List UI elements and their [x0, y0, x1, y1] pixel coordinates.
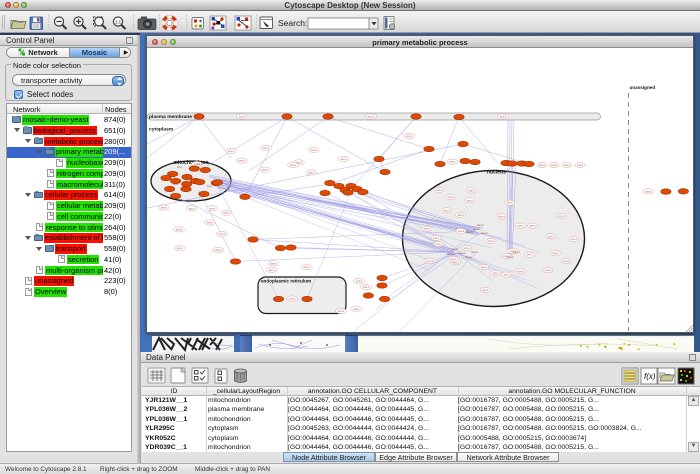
svg-text:xxx-x: xxx-x	[467, 199, 474, 202]
svg-text:xxx-x: xxx-x	[215, 249, 222, 252]
svg-text:xxx-x: xxx-x	[209, 207, 216, 210]
svg-text:ww-xx: ww-xx	[507, 256, 514, 259]
svg-text:xxx-x: xxx-x	[450, 258, 457, 261]
svg-text:xxx-x: xxx-x	[427, 260, 434, 263]
svg-text:xxx-x: xxx-x	[517, 225, 524, 228]
svg-text:mt-q: mt-q	[197, 163, 202, 166]
svg-text:xxx-x: xxx-x	[177, 247, 184, 250]
svg-text:xxx-x: xxx-x	[468, 190, 475, 193]
svg-text:ww-xx: ww-xx	[473, 228, 480, 231]
svg-text:xxx-x: xxx-x	[464, 247, 471, 250]
svg-text:xxx-x: xxx-x	[290, 164, 297, 167]
svg-text:ww-xx: ww-xx	[471, 251, 478, 254]
svg-text:xxx-x: xxx-x	[563, 260, 570, 263]
svg-text:xxx-x: xxx-x	[526, 254, 533, 257]
svg-text:xxx-x: xxx-x	[363, 286, 370, 289]
svg-text:mt-q: mt-q	[177, 166, 182, 169]
svg-text:xxx-x: xxx-x	[219, 233, 226, 236]
svg-text:xxx-x: xxx-x	[368, 116, 375, 119]
svg-text:xxx-x: xxx-x	[488, 240, 495, 243]
svg-text:xxx-x: xxx-x	[458, 214, 465, 217]
svg-text:nucleus: nucleus	[487, 170, 506, 176]
svg-text:xxx-x: xxx-x	[564, 164, 571, 167]
svg-text:1:1: 1:1	[115, 20, 122, 25]
svg-text:xxx-x: xxx-x	[239, 160, 246, 163]
svg-text:ww-xx: ww-xx	[481, 232, 488, 235]
svg-text:xxx-x: xxx-x	[645, 190, 652, 193]
svg-text:xxx-x: xxx-x	[263, 147, 270, 150]
svg-text:xxx-x: xxx-x	[551, 164, 558, 167]
svg-text:xxx-x: xxx-x	[308, 171, 315, 174]
svg-text:ww-xx: ww-xx	[447, 253, 454, 256]
svg-text:xxx-x: xxx-x	[270, 262, 277, 265]
svg-text:xxx-x: xxx-x	[356, 280, 363, 283]
svg-text:ww-xx: ww-xx	[459, 252, 466, 255]
svg-text:xxx-x: xxx-x	[304, 266, 311, 269]
svg-text:xxx-x: xxx-x	[493, 272, 500, 275]
svg-text:endoplasmic reticulum: endoplasmic reticulum	[261, 279, 311, 284]
svg-text:xxx-x: xxx-x	[311, 149, 318, 152]
svg-text:xxx-x: xxx-x	[223, 212, 230, 215]
svg-text:xxx-x: xxx-x	[517, 271, 524, 274]
svg-text:xxx-x: xxx-x	[449, 161, 456, 164]
svg-text:xxx-x: xxx-x	[340, 158, 347, 161]
svg-text:xxx-x: xxx-x	[262, 169, 269, 172]
svg-text:xxx-x: xxx-x	[507, 202, 514, 205]
svg-text:xxx-x: xxx-x	[239, 116, 246, 119]
svg-text:xxx-x: xxx-x	[482, 289, 489, 292]
svg-text:xxx-x: xxx-x	[571, 238, 578, 241]
svg-text:xxx-x: xxx-x	[503, 274, 510, 277]
svg-text:xxx-x: xxx-x	[353, 308, 360, 311]
svg-text:xxx-x: xxx-x	[500, 116, 507, 119]
svg-text:xxx-x: xxx-x	[458, 230, 465, 233]
svg-text:xxx-x: xxx-x	[433, 237, 440, 240]
svg-text:xxx-x: xxx-x	[558, 215, 565, 218]
svg-text:xxx-x: xxx-x	[552, 252, 559, 255]
svg-text:xxx-x: xxx-x	[269, 269, 276, 272]
svg-text:ww-xx: ww-xx	[466, 231, 473, 234]
svg-text:xxx-x: xxx-x	[207, 222, 214, 225]
svg-text:ww-xx: ww-xx	[465, 256, 472, 259]
svg-text:xxx-x: xxx-x	[289, 298, 296, 301]
svg-text:f(x): f(x)	[644, 372, 656, 381]
svg-text:xxx-x: xxx-x	[161, 207, 168, 210]
svg-text:xxx-x: xxx-x	[529, 225, 536, 228]
svg-text:xxx-x: xxx-x	[436, 243, 443, 246]
svg-text:xxx-x: xxx-x	[448, 196, 455, 199]
svg-text:xxx-x: xxx-x	[444, 209, 451, 212]
svg-text:ww-xx: ww-xx	[477, 224, 484, 227]
svg-text:xxx-x: xxx-x	[424, 228, 431, 231]
svg-text:xxx-x: xxx-x	[406, 135, 413, 138]
svg-text:mt-q: mt-q	[207, 185, 212, 188]
svg-text:ww-xx: ww-xx	[451, 248, 458, 251]
svg-text:xxx-x: xxx-x	[189, 207, 196, 210]
svg-text:xxx-x: xxx-x	[539, 164, 546, 167]
svg-text:xxx-x: xxx-x	[577, 164, 584, 167]
svg-text:unassigned: unassigned	[630, 85, 656, 90]
svg-text:ww-xx: ww-xx	[513, 251, 520, 254]
svg-text:cytoplasm: cytoplasm	[149, 127, 174, 133]
svg-text:xxx-x: xxx-x	[499, 215, 506, 218]
svg-text:plasma membrane: plasma membrane	[149, 114, 192, 120]
svg-text:xxx-x: xxx-x	[176, 228, 183, 231]
svg-text:xxx-x: xxx-x	[545, 269, 552, 272]
svg-text:xxx-x: xxx-x	[228, 150, 235, 153]
svg-text:xxx-x: xxx-x	[436, 189, 443, 192]
svg-text:xxx-x: xxx-x	[481, 266, 488, 269]
svg-text:Search:: Search:	[278, 18, 307, 28]
svg-text:xxx-x: xxx-x	[338, 310, 345, 313]
svg-text:xxx-x: xxx-x	[548, 235, 555, 238]
